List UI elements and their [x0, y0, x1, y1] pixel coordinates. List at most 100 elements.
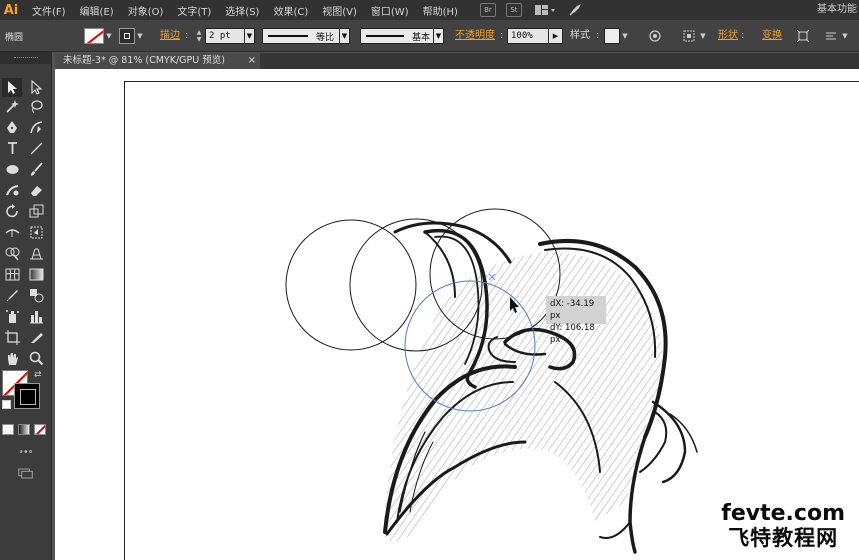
watermark-site-name: 飞特教程网 [728, 526, 839, 550]
perspective-grid-tool-icon[interactable] [26, 244, 46, 263]
isolate-icon[interactable] [794, 28, 812, 44]
chevron-down-icon[interactable]: ▼ [620, 28, 630, 44]
eyedropper-tool-icon[interactable] [2, 286, 22, 305]
artboard-tool-icon[interactable] [2, 328, 22, 347]
direct-selection-tool-icon[interactable] [26, 78, 46, 97]
rotate-tool-icon[interactable] [2, 202, 22, 221]
magic-wand-tool-icon[interactable] [2, 97, 22, 116]
selection-tool-icon[interactable] [2, 78, 22, 97]
menu-file[interactable]: 文件(F) [32, 3, 66, 18]
brush-definition[interactable]: 基本 ▼ [360, 28, 444, 44]
stroke-weight-control[interactable]: ▲ ▼ 2 pt ▼ [193, 28, 255, 44]
fill-color-control[interactable]: ▼ [84, 28, 114, 44]
chevron-down-icon[interactable]: ▼ [104, 28, 114, 44]
chevron-right-icon[interactable]: ▶ [549, 28, 563, 44]
chevron-down-icon[interactable]: ▼ [434, 28, 444, 44]
arrange-documents-icon[interactable] [534, 4, 556, 16]
style-swatch[interactable] [604, 28, 620, 44]
shaper-tool-icon[interactable] [2, 181, 22, 200]
opacity-panel-link[interactable]: 不透明度 [455, 28, 495, 44]
eraser-tool-icon[interactable] [26, 181, 46, 200]
graphic-style-control[interactable]: ▼ [604, 28, 630, 44]
menu-select[interactable]: 选择(S) [225, 3, 259, 18]
variable-width-profile[interactable]: 等比 ▼ [262, 28, 350, 44]
watermark-domain: fevte.com [721, 501, 845, 526]
gpu-rocket-icon[interactable] [568, 3, 582, 17]
bridge-icon[interactable]: Br [479, 3, 496, 17]
width-tool-icon[interactable] [2, 223, 22, 242]
panel-menu-control[interactable]: ▼ [822, 28, 850, 44]
screen-mode-icon[interactable] [10, 464, 40, 483]
panel-menu-icon[interactable] [822, 28, 840, 44]
stroke-panel-link[interactable]: 描边 [160, 28, 180, 44]
colon-label: : [741, 30, 745, 41]
canvas-area[interactable]: dX: -34.19 px dY: 106.18 px fevte.com 飞特… [55, 69, 859, 560]
selection-type-label: 椭圆 [5, 33, 24, 43]
chevron-down-icon[interactable]: ▼ [245, 28, 255, 44]
curvature-tool-icon[interactable] [26, 118, 46, 137]
menu-window[interactable]: 窗口(W) [371, 3, 409, 18]
document-tab-title: 未标题-3* @ 81% (CMYK/GPU 预览) [63, 55, 225, 66]
transform-panel-link[interactable]: 变换 [762, 28, 782, 44]
blend-tool-icon[interactable] [26, 286, 46, 305]
stock-icon[interactable]: St [505, 3, 522, 17]
chevron-down-icon[interactable]: ▼ [698, 28, 708, 44]
recolor-artwork-icon[interactable] [646, 28, 664, 44]
profile-label: 等比 [316, 32, 335, 43]
brush-preview: 基本 [360, 28, 434, 44]
mesh-tool-icon[interactable] [2, 265, 22, 284]
column-graph-tool-icon[interactable] [26, 307, 46, 326]
symbol-sprayer-tool-icon[interactable] [2, 307, 22, 326]
close-icon[interactable]: × [248, 53, 256, 69]
menu-object[interactable]: 对象(O) [128, 3, 164, 18]
stroke-weight-input[interactable]: 2 pt [205, 28, 245, 44]
menu-help[interactable]: 帮助(H) [423, 3, 458, 18]
line-segment-tool-icon[interactable] [26, 139, 46, 158]
shape-builder-tool-icon[interactable] [2, 244, 22, 263]
control-bar: 椭圆 ▼ ▼ 描边 : ▲ ▼ 2 pt ▼ 等比 ▼ 基本 ▼ 不透明度 : 1… [0, 20, 859, 52]
align-icon[interactable] [680, 28, 698, 44]
opacity-input[interactable]: 100% [507, 28, 549, 44]
gradient-tool-icon[interactable] [26, 265, 46, 284]
watermark: fevte.com 飞特教程网 [721, 501, 845, 551]
stroke-color-control[interactable]: ▼ [119, 28, 145, 44]
pen-tool-icon[interactable] [2, 118, 22, 137]
default-fill-stroke-icon[interactable] [2, 400, 11, 409]
panel-grip[interactable] [0, 52, 52, 64]
stroke-swatch[interactable] [14, 383, 40, 409]
menu-effect[interactable]: 效果(C) [273, 3, 308, 18]
fill-swatch-none[interactable] [84, 28, 104, 44]
menu-view[interactable]: 视图(V) [322, 3, 357, 18]
chevron-down-icon[interactable]: ▼ [135, 28, 145, 44]
workspace-switcher[interactable]: 基本功能 [817, 0, 857, 20]
lasso-tool-icon[interactable] [26, 97, 46, 116]
chevron-down-icon[interactable]: ▼ [840, 28, 850, 44]
document-tab[interactable]: 未标题-3* @ 81% (CMYK/GPU 预览) × [55, 53, 260, 69]
none-mode-icon[interactable] [34, 424, 46, 435]
zoom-tool-icon[interactable] [26, 349, 46, 368]
opacity-control[interactable]: 100% ▶ [507, 28, 563, 44]
scale-tool-icon[interactable] [26, 202, 46, 221]
menu-type[interactable]: 文字(T) [177, 3, 211, 18]
ellipse-tool-icon[interactable] [2, 160, 22, 179]
stroke-swatch-icon[interactable] [119, 28, 135, 44]
fill-stroke-controls: ⇄ [0, 370, 52, 430]
profile-preview: 等比 [262, 28, 340, 44]
swap-fill-stroke-icon[interactable]: ⇄ [34, 370, 42, 380]
stepper-icon[interactable]: ▲ ▼ [193, 28, 205, 44]
gradient-mode-icon[interactable] [18, 424, 30, 435]
type-tool-icon[interactable] [2, 139, 22, 158]
hand-tool-icon[interactable] [2, 349, 22, 368]
align-control[interactable]: ▼ [680, 28, 708, 44]
paintbrush-tool-icon[interactable] [26, 160, 46, 179]
slice-tool-icon[interactable] [26, 328, 46, 347]
chevron-down-icon[interactable]: ▼ [340, 28, 350, 44]
artboard[interactable] [124, 81, 859, 560]
free-transform-tool-icon[interactable] [26, 223, 46, 242]
sketch-artwork [285, 208, 698, 554]
shape-panel-link[interactable]: 形状 [718, 28, 738, 44]
document-tab-strip: 未标题-3* @ 81% (CMYK/GPU 预览) × [55, 53, 859, 69]
drawing-modes-icon[interactable] [2, 442, 50, 461]
menu-edit[interactable]: 编辑(E) [80, 3, 114, 18]
color-mode-icon[interactable] [2, 424, 14, 435]
